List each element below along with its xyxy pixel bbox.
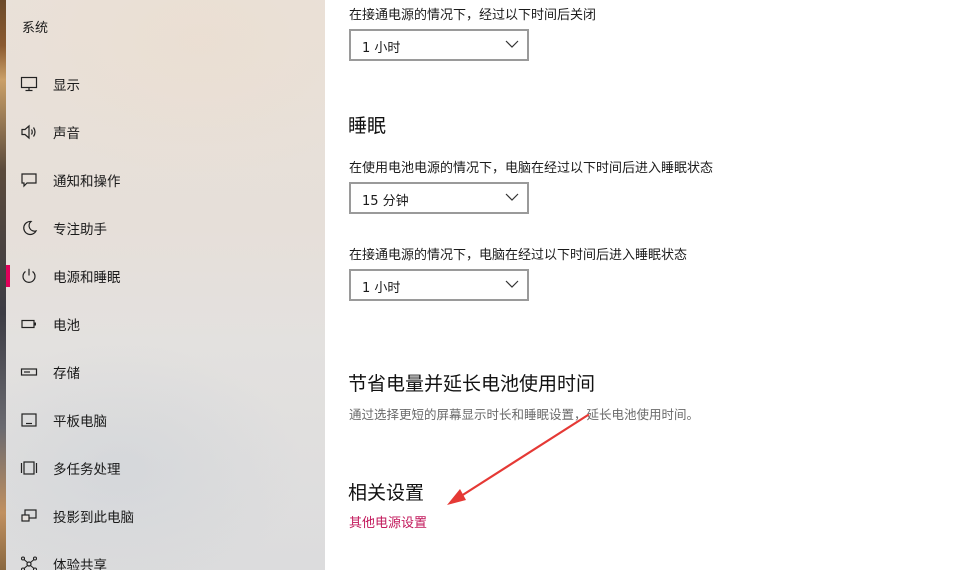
moon-icon [20, 219, 38, 237]
save-power-description: 通过选择更短的屏幕显示时长和睡眠设置，延长电池使用时间。 [349, 407, 700, 422]
power-icon [20, 267, 38, 285]
chevron-down-icon [505, 40, 519, 48]
sidebar: 系统 显示 声音 通知和操作 专注助手 电源和睡眠 电池 存储 平板电脑 多任务… [0, 0, 325, 570]
speaker-icon [20, 123, 38, 141]
sleep-battery-label: 在使用电池电源的情况下，电脑在经过以下时间后进入睡眠状态 [349, 161, 714, 176]
multitasking-icon [20, 459, 38, 477]
sidebar-item-notifications[interactable]: 通知和操作 [0, 156, 325, 204]
tablet-icon [20, 411, 38, 429]
sleep-section-title: 睡眠 [348, 115, 387, 137]
sidebar-item-project-to-pc[interactable]: 投影到此电脑 [0, 492, 325, 540]
sidebar-item-label: 通知和操作 [53, 174, 121, 190]
sidebar-item-storage[interactable]: 存储 [0, 348, 325, 396]
sidebar-item-label: 平板电脑 [53, 414, 107, 430]
sidebar-title: 系统 [22, 21, 49, 36]
sleep-battery-dropdown[interactable]: 15 分钟 [349, 182, 529, 214]
storage-icon [20, 363, 38, 381]
sidebar-item-sound[interactable]: 声音 [0, 108, 325, 156]
save-power-title: 节省电量并延长电池使用时间 [348, 373, 596, 395]
battery-icon [20, 315, 38, 333]
sidebar-item-label: 存储 [53, 366, 80, 382]
sidebar-item-label: 多任务处理 [53, 462, 121, 478]
sleep-plugged-in-dropdown[interactable]: 1 小时 [349, 269, 529, 301]
sidebar-item-battery[interactable]: 电池 [0, 300, 325, 348]
sidebar-item-label: 体验共享 [53, 558, 107, 570]
chevron-down-icon [505, 193, 519, 201]
sidebar-item-power-sleep[interactable]: 电源和睡眠 [0, 252, 325, 300]
sidebar-item-label: 电源和睡眠 [53, 270, 121, 286]
settings-window: 系统 显示 声音 通知和操作 专注助手 电源和睡眠 电池 存储 平板电脑 多任务… [0, 0, 970, 570]
sidebar-item-multitasking[interactable]: 多任务处理 [0, 444, 325, 492]
main-content: 在接通电源的情况下，经过以下时间后关闭 1 小时 睡眠 在使用电池电源的情况下，… [325, 0, 970, 570]
sidebar-item-focus-assist[interactable]: 专注助手 [0, 204, 325, 252]
sidebar-item-shared-experiences[interactable]: 体验共享 [0, 540, 325, 570]
display-icon [20, 75, 38, 93]
screen-plugged-in-label: 在接通电源的情况下，经过以下时间后关闭 [349, 8, 597, 23]
dropdown-value: 1 小时 [362, 281, 401, 296]
related-settings-title: 相关设置 [348, 482, 425, 504]
active-indicator [6, 265, 10, 287]
additional-power-settings-link[interactable]: 其他电源设置 [349, 512, 427, 531]
share-icon [20, 555, 38, 570]
sidebar-nav: 显示 声音 通知和操作 专注助手 电源和睡眠 电池 存储 平板电脑 多任务处理 … [0, 60, 325, 570]
sidebar-item-label: 电池 [53, 318, 80, 334]
screen-plugged-in-dropdown[interactable]: 1 小时 [349, 29, 529, 61]
sidebar-item-display[interactable]: 显示 [0, 60, 325, 108]
sleep-plugged-in-label: 在接通电源的情况下，电脑在经过以下时间后进入睡眠状态 [349, 248, 688, 263]
sidebar-item-tablet[interactable]: 平板电脑 [0, 396, 325, 444]
chevron-down-icon [505, 280, 519, 288]
notification-icon [20, 171, 38, 189]
sidebar-item-label: 声音 [53, 126, 80, 142]
projection-icon [20, 507, 38, 525]
sidebar-item-label: 显示 [53, 78, 80, 94]
sidebar-item-label: 投影到此电脑 [53, 510, 134, 526]
dropdown-value: 15 分钟 [362, 194, 409, 209]
sidebar-item-label: 专注助手 [53, 222, 107, 238]
dropdown-value: 1 小时 [362, 41, 401, 56]
